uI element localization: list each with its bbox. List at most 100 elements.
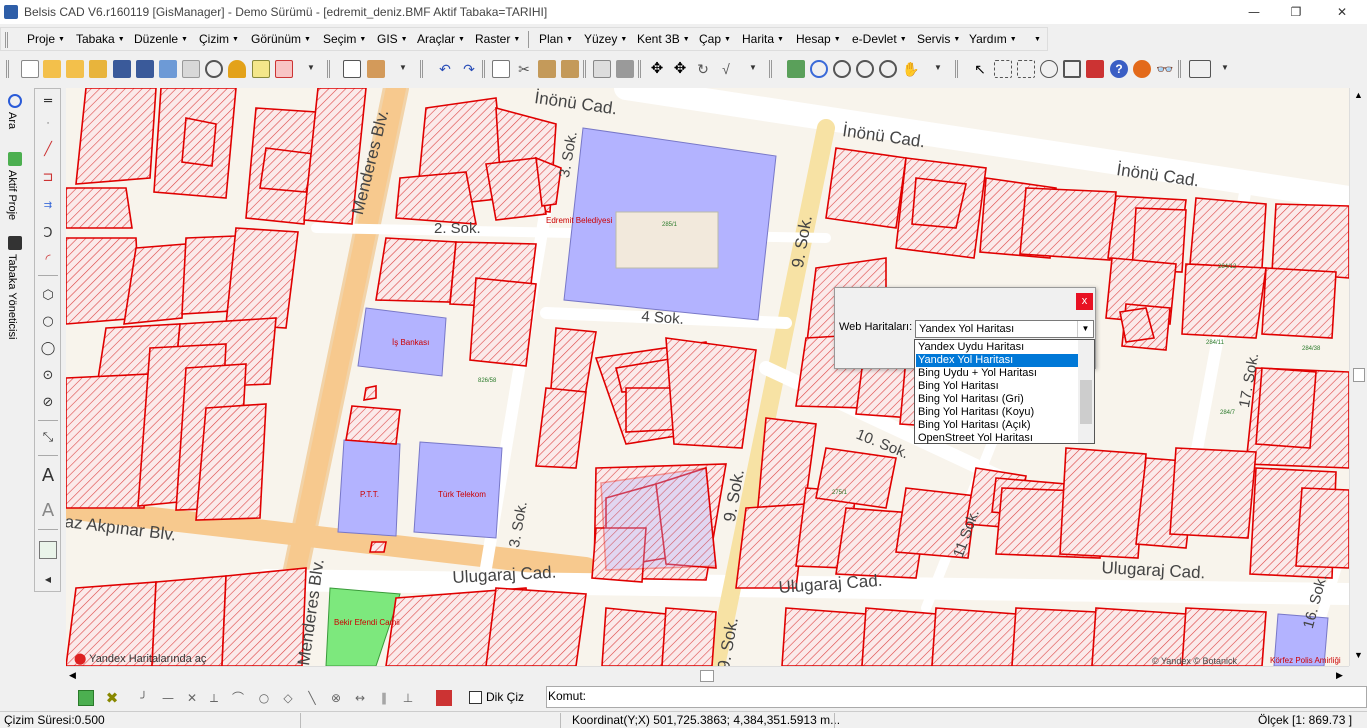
map-footer[interactable]: ⬤ Yandex Haritalarında aç <box>74 652 206 665</box>
dropdown-option[interactable]: Bing Yol Haritası (Gri) <box>916 393 1078 406</box>
toolbar-grip[interactable] <box>6 60 9 78</box>
dropdown-option-selected[interactable]: Yandex Yol Haritası <box>916 354 1078 367</box>
zoom-in-icon[interactable] <box>833 60 851 78</box>
eraser-icon[interactable] <box>593 60 611 78</box>
select-all-icon[interactable] <box>1063 60 1081 78</box>
arc-icon[interactable]: ◜ <box>39 251 57 269</box>
web-maps-select[interactable]: Yandex Yol Haritası ▼ <box>915 320 1094 338</box>
target-icon[interactable] <box>205 60 223 78</box>
help-icon[interactable]: ? <box>1110 60 1128 78</box>
raster-icon[interactable] <box>252 60 270 78</box>
cut-icon[interactable]: ✂ <box>515 60 533 78</box>
map-layer-icon[interactable] <box>78 690 94 706</box>
redo-icon[interactable]: ↷ <box>460 60 478 78</box>
dialog-close-button[interactable]: x <box>1076 293 1093 310</box>
copy-icon[interactable] <box>492 60 510 78</box>
collapse-icon[interactable]: ◀ <box>39 571 57 589</box>
zoom-all-icon[interactable] <box>810 60 828 78</box>
save-icon[interactable] <box>113 60 131 78</box>
menu-proje[interactable]: Proje ▼ <box>27 32 65 46</box>
menu-harita[interactable]: Harita ▼ <box>742 32 784 46</box>
new-file-icon[interactable] <box>21 60 39 78</box>
snap-insert-icon[interactable]: ⊥ <box>400 690 416 706</box>
zoom-window-icon[interactable] <box>879 60 897 78</box>
snap-perpendicular-icon[interactable]: ⟂ <box>206 690 222 706</box>
coordinate-icon[interactable] <box>1189 60 1211 78</box>
toolbar-dropdown-icon[interactable]: ▼ <box>1221 63 1229 72</box>
maximize-button[interactable]: ❐ <box>1273 0 1319 24</box>
horizontal-scroll-thumb[interactable] <box>700 670 714 682</box>
dropdown-option[interactable]: Bing Yol Haritası <box>916 380 1078 393</box>
menu-cizim[interactable]: Çizim ▼ <box>199 32 239 46</box>
toolbar-dropdown-icon[interactable]: ▼ <box>934 63 942 72</box>
minimize-button[interactable]: — <box>1231 0 1277 24</box>
menu-tabaka[interactable]: Tabaka ▼ <box>76 32 125 46</box>
snap-endpoint-icon[interactable]: ╯ <box>136 690 152 706</box>
menu-secim[interactable]: Seçim ▼ <box>323 32 366 46</box>
polyline-icon[interactable]: ⊐ <box>39 169 57 187</box>
circle-icon[interactable]: ○ <box>39 313 57 331</box>
menu-plan[interactable]: Plan ▼ <box>539 32 573 46</box>
menu-raster[interactable]: Raster ▼ <box>475 32 520 46</box>
toolbar-dropdown-icon[interactable]: ▼ <box>749 63 757 72</box>
hexagon-icon[interactable]: ⬡ <box>39 287 57 305</box>
offset-line-icon[interactable]: ⇉ <box>39 197 57 215</box>
google-map-icon[interactable] <box>182 60 200 78</box>
dropdown-option[interactable]: Yandex Uydu Haritası <box>916 341 1078 354</box>
snap-node-icon[interactable]: ⊗ <box>328 690 344 706</box>
deselect-icon[interactable] <box>1086 60 1104 78</box>
command-input[interactable] <box>546 686 1367 708</box>
text-icon[interactable]: A <box>39 467 57 485</box>
move-icon[interactable]: ✥ <box>648 60 666 78</box>
vertical-scroll-thumb[interactable] <box>1353 368 1365 382</box>
copy-move-icon[interactable]: ✥ <box>671 60 689 78</box>
rotate-icon[interactable]: ↻ <box>694 60 712 78</box>
horizontal-scrollbar[interactable]: ◀ ▶ <box>66 666 1349 684</box>
tab-tabaka-yoneticisi[interactable]: Tabaka Yöneticisi <box>6 236 24 339</box>
binoculars-icon[interactable]: 👓 <box>1156 60 1174 78</box>
support-icon[interactable] <box>1133 60 1151 78</box>
add-folder-icon[interactable] <box>89 60 107 78</box>
web-maps-dropdown-list[interactable]: Yandex Uydu Haritası Yandex Yol Haritası… <box>914 339 1095 444</box>
menu-hesap[interactable]: Hesap ▼ <box>796 32 841 46</box>
snap-quadrant-icon[interactable]: ◇ <box>280 690 296 706</box>
tab-ara[interactable]: Ara <box>6 94 24 129</box>
snap-intersection-icon[interactable]: ✕ <box>184 690 200 706</box>
pan-icon[interactable]: ✋ <box>902 60 920 78</box>
chevron-down-icon[interactable]: ▼ <box>1077 321 1093 337</box>
print-icon[interactable] <box>159 60 177 78</box>
open-recent-icon[interactable] <box>66 60 84 78</box>
circle-3p-icon[interactable]: ◯ <box>39 340 57 358</box>
dimension-icon[interactable]: ⤡ <box>39 429 57 447</box>
dropdown-option[interactable]: Bing Yol Haritası (Koyu) <box>916 406 1078 419</box>
scroll-up-icon[interactable]: ▲ <box>1354 90 1363 100</box>
curve-icon[interactable]: Ͻ <box>39 225 57 243</box>
vertical-scrollbar[interactable]: ▲ ▼ <box>1349 88 1367 666</box>
menu-grip[interactable] <box>5 32 8 48</box>
menu-servis[interactable]: Servis ▼ <box>917 32 960 46</box>
report-icon[interactable] <box>343 60 361 78</box>
yandex-open-link[interactable]: Yandex Haritalarında aç <box>89 653 206 665</box>
scroll-left-icon[interactable]: ◀ <box>69 670 76 681</box>
menu-e-devlet[interactable]: e-Devlet ▼ <box>852 32 907 46</box>
menu-duzenle[interactable]: Düzenle ▼ <box>134 32 188 46</box>
circle-tangent-icon[interactable]: ⊘ <box>39 394 57 412</box>
snap-center-icon[interactable]: ○ <box>256 690 272 706</box>
toolbar-dropdown-icon[interactable]: ▼ <box>307 63 315 72</box>
menu-cap[interactable]: Çap ▼ <box>699 32 731 46</box>
point-icon[interactable]: · <box>39 115 57 133</box>
undo-icon[interactable]: ↶ <box>436 60 454 78</box>
layer-manager-icon[interactable] <box>436 690 452 706</box>
menu-yuzey[interactable]: Yüzey ▼ <box>584 32 627 46</box>
snap-parallel-icon[interactable]: ∥ <box>376 690 392 706</box>
image-icon[interactable] <box>39 541 57 559</box>
paste-icon[interactable] <box>538 60 556 78</box>
snap-extension-icon[interactable]: ↔ <box>352 690 368 706</box>
dropdown-option[interactable]: Bing Yol Haritası (Açık) <box>916 419 1078 432</box>
menu-gorunum[interactable]: Görünüm ▼ <box>251 32 311 46</box>
toolbar-grip[interactable]: ═ <box>39 93 57 111</box>
menu-overflow-icon[interactable]: ▼ <box>1031 32 1041 46</box>
menu-kent-3b[interactable]: Kent 3B ▼ <box>637 32 690 46</box>
menu-gis[interactable]: GIS ▼ <box>377 32 408 46</box>
snap-nearest-icon[interactable]: ╲ <box>304 690 320 706</box>
